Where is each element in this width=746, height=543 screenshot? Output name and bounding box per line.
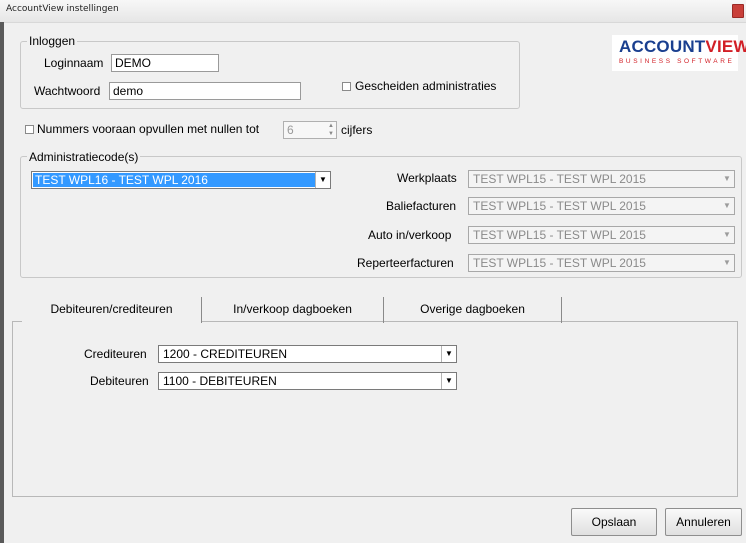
field-label-werkplaats: Werkplaats	[397, 171, 457, 185]
login-legend: Inloggen	[27, 34, 78, 48]
zero-pad-suffix: cijfers	[341, 123, 373, 137]
field-label-reperteer: Reperteerfacturen	[357, 256, 454, 270]
logo-wordmark: ACCOUNTVIEW	[619, 37, 746, 56]
debiteuren-select[interactable]: 1100 - DEBITEUREN ▼	[158, 372, 457, 390]
debiteuren-label: Debiteuren	[90, 374, 149, 388]
accountview-logo: ACCOUNTVIEW BUSINESS SOFTWARE	[612, 35, 746, 71]
crediteuren-label: Crediteuren	[84, 347, 147, 361]
admin-legend: Administratiecode(s)	[27, 150, 141, 164]
tab-overige-dagboeken[interactable]: Overige dagboeken	[384, 297, 562, 323]
tab-inverkoop-dagboeken[interactable]: In/verkoop dagboeken	[202, 297, 384, 323]
cancel-button[interactable]: Annuleren	[665, 508, 742, 536]
zero-pad-stepper[interactable]: 6 ▲ ▼	[283, 121, 337, 139]
close-icon[interactable]	[732, 4, 744, 18]
chevron-down-icon: ▼	[723, 201, 731, 210]
chevron-down-icon: ▼	[723, 258, 731, 267]
baliefacturen-select[interactable]: TEST WPL15 - TEST WPL 2015 ▼	[468, 197, 735, 215]
zero-pad-value: 6	[287, 123, 294, 137]
auto-select[interactable]: TEST WPL15 - TEST WPL 2015 ▼	[468, 226, 735, 244]
field-label-auto: Auto in/verkoop	[368, 228, 452, 242]
admin-code-selected: TEST WPL16 - TEST WPL 2016	[33, 173, 315, 187]
chevron-down-icon[interactable]: ▼	[315, 172, 330, 188]
admin-code-select[interactable]: TEST WPL16 - TEST WPL 2016 ▼	[31, 171, 331, 189]
settings-window: AccountView instellingen Inloggen Loginn…	[0, 0, 746, 543]
reperteer-select[interactable]: TEST WPL15 - TEST WPL 2015 ▼	[468, 254, 735, 272]
tab-debiteuren-crediteuren[interactable]: Debiteuren/crediteuren	[22, 297, 202, 323]
stepper-down-icon[interactable]: ▼	[326, 130, 336, 138]
field-label-baliefacturen: Baliefacturen	[386, 199, 457, 213]
save-button[interactable]: Opslaan	[571, 508, 657, 536]
username-input[interactable]: DEMO	[111, 54, 219, 72]
title-bar[interactable]: AccountView instellingen	[0, 0, 746, 23]
chevron-down-icon: ▼	[723, 174, 731, 183]
werkplaats-select[interactable]: TEST WPL15 - TEST WPL 2015 ▼	[468, 170, 735, 188]
chevron-down-icon[interactable]: ▼	[441, 373, 456, 389]
zero-pad-label: Nummers vooraan opvullen met nullen tot	[37, 122, 260, 136]
username-label: Loginnaam	[44, 56, 104, 70]
chevron-down-icon[interactable]: ▼	[441, 346, 456, 362]
separate-admin-label: Gescheiden administraties	[355, 79, 497, 93]
logo-tagline: BUSINESS SOFTWARE	[619, 58, 735, 65]
window-edge	[0, 22, 4, 543]
stepper-up-icon[interactable]: ▲	[326, 122, 336, 130]
zero-pad-checkbox[interactable]	[25, 125, 34, 134]
password-input[interactable]: demo	[109, 82, 301, 100]
password-label: Wachtwoord	[34, 84, 101, 98]
window-title: AccountView instellingen	[6, 4, 119, 14]
crediteuren-select[interactable]: 1200 - CREDITEUREN ▼	[158, 345, 457, 363]
separate-admin-checkbox[interactable]	[342, 82, 351, 91]
chevron-down-icon: ▼	[723, 230, 731, 239]
